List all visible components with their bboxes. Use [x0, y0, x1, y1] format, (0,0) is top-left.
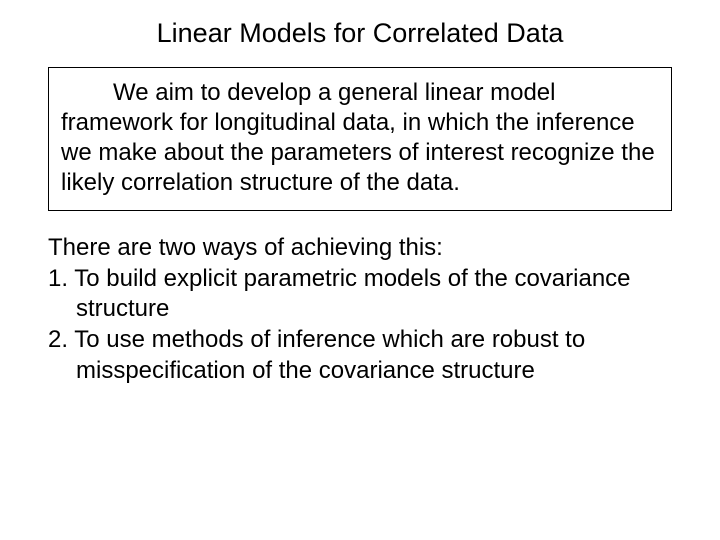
- framed-paragraph: We aim to develop a general linear model…: [48, 67, 672, 211]
- body-text: There are two ways of achieving this: 1.…: [48, 233, 672, 387]
- slide: Linear Models for Correlated Data We aim…: [0, 0, 720, 540]
- framed-text: We aim to develop a general linear model…: [61, 79, 655, 196]
- list-item: 2. To use methods of inference which are…: [48, 325, 672, 386]
- intro-line: There are two ways of achieving this:: [48, 233, 672, 264]
- slide-title: Linear Models for Correlated Data: [40, 18, 680, 49]
- list-item: 1. To build explicit parametric models o…: [48, 264, 672, 325]
